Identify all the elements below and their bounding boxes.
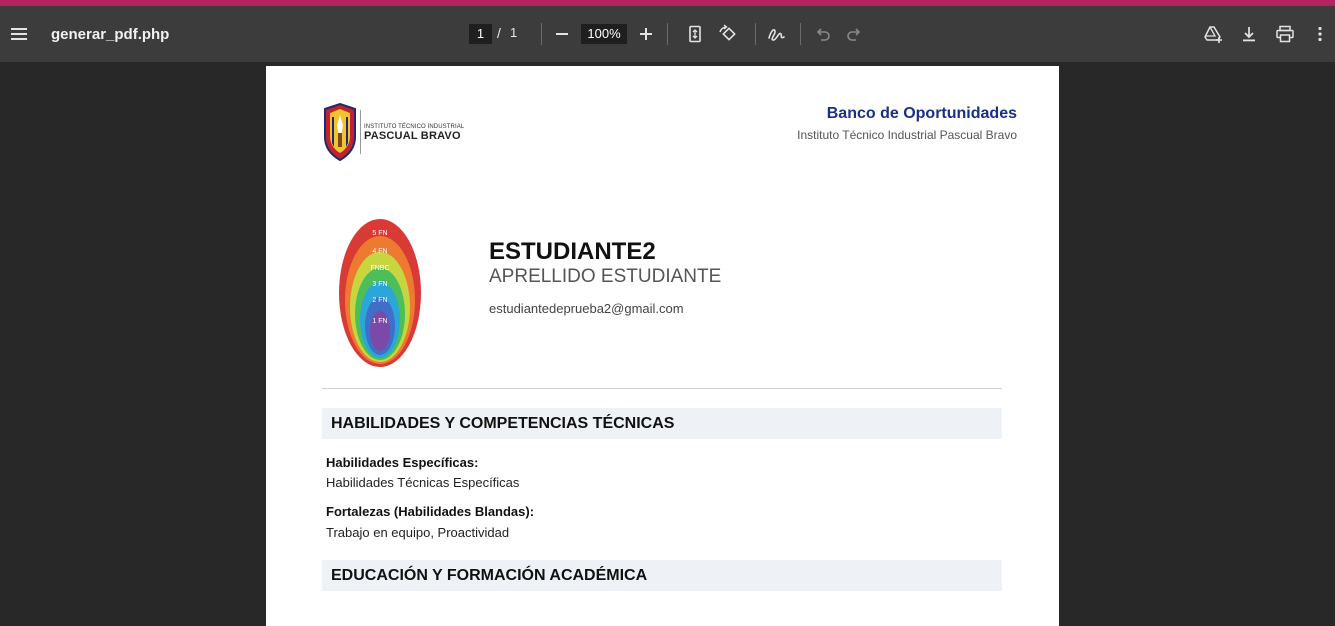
drive-icon[interactable]: [1202, 23, 1224, 45]
field-label-soft-skills: Fortalezas (Habilidades Blandas):: [326, 504, 535, 519]
download-icon[interactable]: [1239, 23, 1259, 45]
avatar-ring-label: 3 FN: [372, 281, 387, 288]
annotate-icon[interactable]: [766, 23, 788, 45]
toolbar-divider: [800, 23, 801, 45]
avatar-ring-label: 4 FN: [372, 248, 387, 255]
section-header-education: EDUCACIÓN Y FORMACIÓN ACADÉMICA: [322, 560, 1002, 591]
zoom-level-input[interactable]: 100%: [581, 24, 627, 44]
avatar-ring-label: 1 FN: [372, 318, 387, 325]
toolbar-divider: [755, 23, 756, 45]
undo-icon[interactable]: [814, 24, 832, 44]
field-value-soft-skills: Trabajo en equipo, Proactividad: [326, 525, 510, 540]
bank-title: Banco de Oportunidades: [826, 105, 1017, 122]
student-name: ESTUDIANTE2: [489, 238, 656, 265]
current-page-input[interactable]: 1: [469, 24, 492, 44]
bank-subtitle: Instituto Técnico Industrial Pascual Bra…: [797, 128, 1017, 142]
avatar-ring-label: 5 FN: [372, 230, 387, 237]
section-title: HABILIDADES Y COMPETENCIAS TÉCNICAS: [331, 415, 675, 432]
field-label-specific-skills: Habilidades Específicas:: [326, 455, 479, 470]
rotate-icon[interactable]: [716, 23, 738, 45]
zoom-in-icon[interactable]: [637, 24, 655, 44]
toolbar-divider: [667, 23, 668, 45]
avatar-ring-label: FNBC: [370, 265, 389, 272]
toolbar-divider: [541, 23, 542, 45]
student-photo: 5 FN 4 FN FNBC 3 FN 2 FN 1 FN: [338, 218, 422, 373]
redo-icon[interactable]: [845, 24, 863, 44]
student-last-name: APRELLIDO ESTUDIANTE: [489, 266, 722, 287]
document-filename: generar_pdf.php: [51, 26, 170, 43]
print-icon[interactable]: [1274, 23, 1296, 45]
pdf-toolbar: generar_pdf.php 1 / 1 100%: [0, 6, 1335, 62]
logo-text-name: PASCUAL BRAVO: [364, 130, 461, 142]
fit-page-icon[interactable]: [686, 23, 704, 45]
logo-divider: [360, 110, 361, 154]
zoom-out-icon[interactable]: [553, 24, 571, 44]
total-pages: 1: [510, 25, 518, 40]
menu-icon[interactable]: [9, 24, 29, 44]
pdf-page: INSTITUTO TÉCNICO INDUSTRIAL PASCUAL BRA…: [266, 66, 1059, 626]
pascual-bravo-logo: [322, 102, 358, 166]
section-divider: [322, 388, 1002, 389]
section-header-skills: HABILIDADES Y COMPETENCIAS TÉCNICAS: [322, 408, 1002, 439]
avatar-ring-label: 2 FN: [372, 297, 387, 304]
field-value-specific-skills: Habilidades Técnicas Específicas: [326, 475, 520, 490]
page-separator: /: [497, 25, 501, 41]
section-title: EDUCACIÓN Y FORMACIÓN ACADÉMICA: [331, 567, 648, 584]
pdf-viewer[interactable]: INSTITUTO TÉCNICO INDUSTRIAL PASCUAL BRA…: [0, 62, 1335, 626]
more-options-icon[interactable]: [1312, 23, 1328, 45]
student-email: estudiantedeprueba2@gmail.com: [489, 301, 684, 316]
